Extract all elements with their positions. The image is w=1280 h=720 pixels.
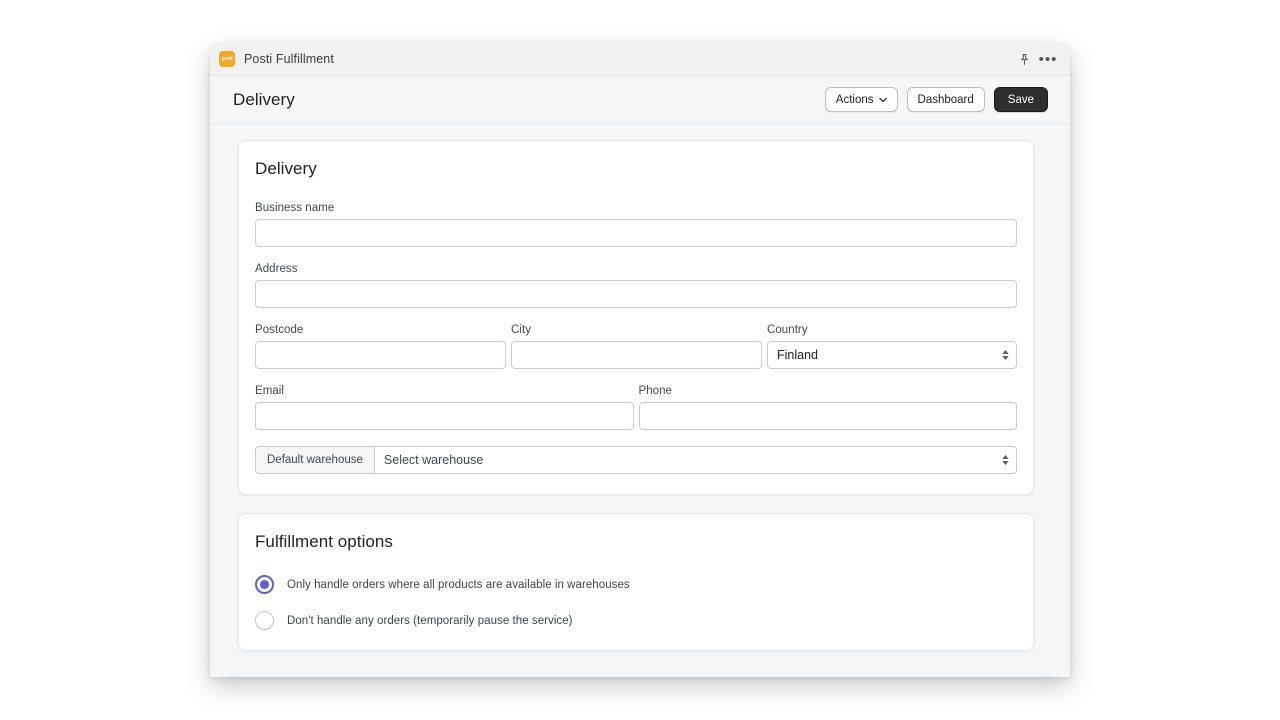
delivery-card: Delivery Business name Address Postcode … — [238, 140, 1034, 495]
default-warehouse-group: Default warehouse Select warehouse — [255, 446, 1017, 474]
save-button[interactable]: Save — [993, 87, 1048, 112]
page-header: Delivery Actions Dashboard Save — [210, 76, 1070, 124]
header-action-group: Actions Dashboard Save — [824, 87, 1048, 112]
radio-icon-selected[interactable] — [255, 575, 274, 594]
chevron-down-glyph — [878, 97, 887, 102]
content-scrollbar[interactable] — [1060, 124, 1070, 677]
phone-label: Phone — [638, 385, 673, 397]
city-input[interactable] — [511, 341, 762, 369]
postcode-input[interactable] — [255, 341, 506, 369]
city-field: City — [511, 324, 762, 369]
email-phone-row: Email Phone — [255, 385, 1017, 430]
fulfillment-options-title: Fulfillment options — [255, 532, 393, 551]
fulfillment-option-label: Only handle orders where all products ar… — [287, 578, 630, 591]
warehouse-select-wrap: Select warehouse — [373, 446, 1017, 474]
country-field: Country Finland — [767, 324, 1018, 369]
phone-field: Phone — [638, 385, 1017, 430]
chevron-down-icon — [878, 97, 887, 105]
pin-icon-glyph — [1020, 53, 1028, 65]
fulfillment-option-pause-service[interactable]: Don't handle any orders (temporarily pau… — [255, 611, 1017, 630]
save-button-label: Save — [1007, 93, 1034, 106]
pin-icon[interactable] — [1013, 48, 1035, 70]
posti-app-icon: posti — [219, 51, 235, 67]
window-titlebar: posti Posti Fulfillment ••• — [210, 43, 1070, 76]
address-input[interactable] — [255, 280, 1017, 308]
postcode-city-country-row: Postcode City Country Finland — [255, 324, 1018, 369]
email-input[interactable] — [255, 402, 634, 430]
business-name-label: Business name — [255, 202, 335, 214]
country-label: Country — [767, 324, 808, 336]
delivery-card-title: Delivery — [255, 159, 317, 178]
email-label: Email — [255, 385, 285, 397]
address-field: Address — [255, 263, 1017, 308]
city-label: City — [511, 324, 532, 336]
country-select-wrap: Finland — [767, 341, 1018, 369]
page-title: Delivery — [233, 89, 295, 109]
page-content: Delivery Business name Address Postcode … — [210, 124, 1070, 677]
fulfillment-option-label: Don't handle any orders (temporarily pau… — [287, 614, 573, 627]
more-options-icon[interactable]: ••• — [1037, 48, 1059, 70]
business-name-input[interactable] — [255, 219, 1017, 247]
default-warehouse-prefix-label: Default warehouse — [255, 446, 374, 474]
actions-button-label: Actions — [835, 93, 874, 106]
dashboard-button-label: Dashboard — [917, 93, 974, 106]
window-title: Posti Fulfillment — [244, 52, 334, 66]
postcode-label: Postcode — [255, 324, 304, 336]
fulfillment-option-all-available[interactable]: Only handle orders where all products ar… — [255, 575, 1017, 594]
fulfillment-options-card: Fulfillment options Only handle orders w… — [238, 513, 1034, 651]
business-name-field: Business name — [255, 202, 1017, 247]
radio-icon-unselected[interactable] — [255, 611, 274, 630]
address-label: Address — [255, 263, 298, 275]
app-icon-label: posti — [221, 55, 233, 62]
email-field: Email — [255, 385, 634, 430]
phone-input[interactable] — [638, 402, 1017, 430]
postcode-field: Postcode — [255, 324, 506, 369]
default-warehouse-select[interactable]: Select warehouse — [373, 446, 1017, 474]
app-window: posti Posti Fulfillment ••• Delivery Act… — [210, 43, 1070, 677]
actions-button[interactable]: Actions — [824, 87, 898, 112]
dashboard-button[interactable]: Dashboard — [906, 87, 985, 112]
country-select[interactable]: Finland — [767, 341, 1018, 369]
